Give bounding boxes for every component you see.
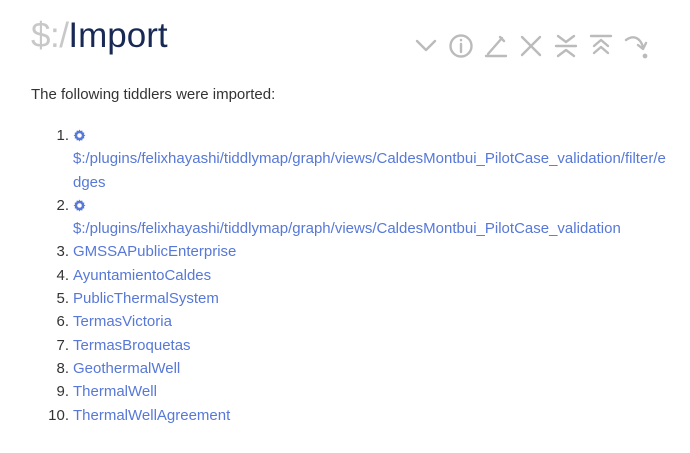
list-item: 5. PublicThermalSystem — [31, 287, 671, 310]
list-item: 6. TermasVictoria — [31, 310, 671, 333]
imported-tiddler-link[interactable]: GeothermalWell — [73, 360, 180, 377]
fold-others-button[interactable] — [588, 32, 614, 60]
import-intro: The following tiddlers were imported: — [31, 86, 276, 103]
list-item-number: 9. — [56, 383, 69, 401]
title-prefix: $:/ — [31, 16, 69, 55]
info-icon — [449, 34, 473, 58]
list-item-number: 1. — [56, 127, 69, 144]
tiddler-frame: $:/Import The following tiddlers were im… — [31, 0, 671, 453]
imported-tiddler-link[interactable]: GMSSAPublicEnterprise — [73, 243, 236, 260]
imported-list: 1. $:/plugins/felixhayashi/tiddlymap/grap… — [31, 124, 671, 427]
list-item: 9. ThermalWell — [31, 380, 671, 403]
list-item: 8. GeothermalWell — [31, 357, 671, 380]
list-item: 4. AyuntamientoCaldes — [31, 264, 671, 287]
list-item-number: 8. — [56, 359, 69, 377]
edit-button[interactable] — [483, 32, 509, 60]
info-button[interactable] — [448, 32, 474, 60]
list-item-number: 5. — [56, 290, 69, 308]
tiddler-title: $:/Import — [31, 16, 168, 64]
list-item: 2. $:/plugins/felixhayashi/tiddlymap/grap… — [31, 194, 671, 241]
close-others-icon — [554, 34, 578, 58]
imported-tiddler-link[interactable]: TermasVictoria — [73, 313, 172, 330]
imported-tiddler-link[interactable]: ThermalWellAgreement — [73, 407, 230, 424]
chevron-down-icon — [415, 39, 437, 52]
imported-tiddler-link[interactable]: PublicThermalSystem — [73, 290, 219, 307]
list-item-number: 4. — [56, 266, 69, 284]
close-others-button[interactable] — [553, 32, 579, 60]
gear-icon — [73, 194, 87, 217]
fold-others-icon — [589, 34, 613, 55]
imported-tiddler-link[interactable]: $:/plugins/felixhayashi/tiddlymap/graph/… — [73, 220, 621, 237]
list-item: 3. GMSSAPublicEnterprise — [31, 240, 671, 263]
more-button[interactable] — [623, 32, 649, 60]
imported-tiddler-link[interactable]: AyuntamientoCaldes — [73, 267, 211, 284]
edit-icon — [484, 35, 508, 58]
imported-tiddler-link[interactable]: $:/plugins/felixhayashi/tiddlymap/graph/… — [73, 150, 666, 190]
tiddler-toolbar — [413, 28, 658, 64]
list-item-number: 6. — [56, 313, 69, 331]
list-item-number: 2. — [56, 196, 69, 214]
list-item: 1. $:/plugins/felixhayashi/tiddlymap/grap… — [31, 124, 671, 194]
imported-tiddler-link[interactable]: ThermalWell — [73, 383, 157, 400]
list-item-number: 7. — [56, 336, 69, 354]
title-main: Import — [68, 16, 168, 55]
more-icon — [624, 36, 648, 59]
close-icon — [520, 35, 542, 57]
fold-button[interactable] — [413, 32, 439, 60]
list-item-number: 10. — [48, 406, 69, 424]
close-button[interactable] — [518, 32, 544, 60]
list-item-number: 3. — [56, 243, 69, 261]
gear-icon — [73, 124, 87, 147]
list-item: 10. ThermalWellAgreement — [31, 404, 671, 427]
imported-tiddler-link[interactable]: TermasBroquetas — [73, 337, 191, 354]
list-item: 7. TermasBroquetas — [31, 334, 671, 357]
